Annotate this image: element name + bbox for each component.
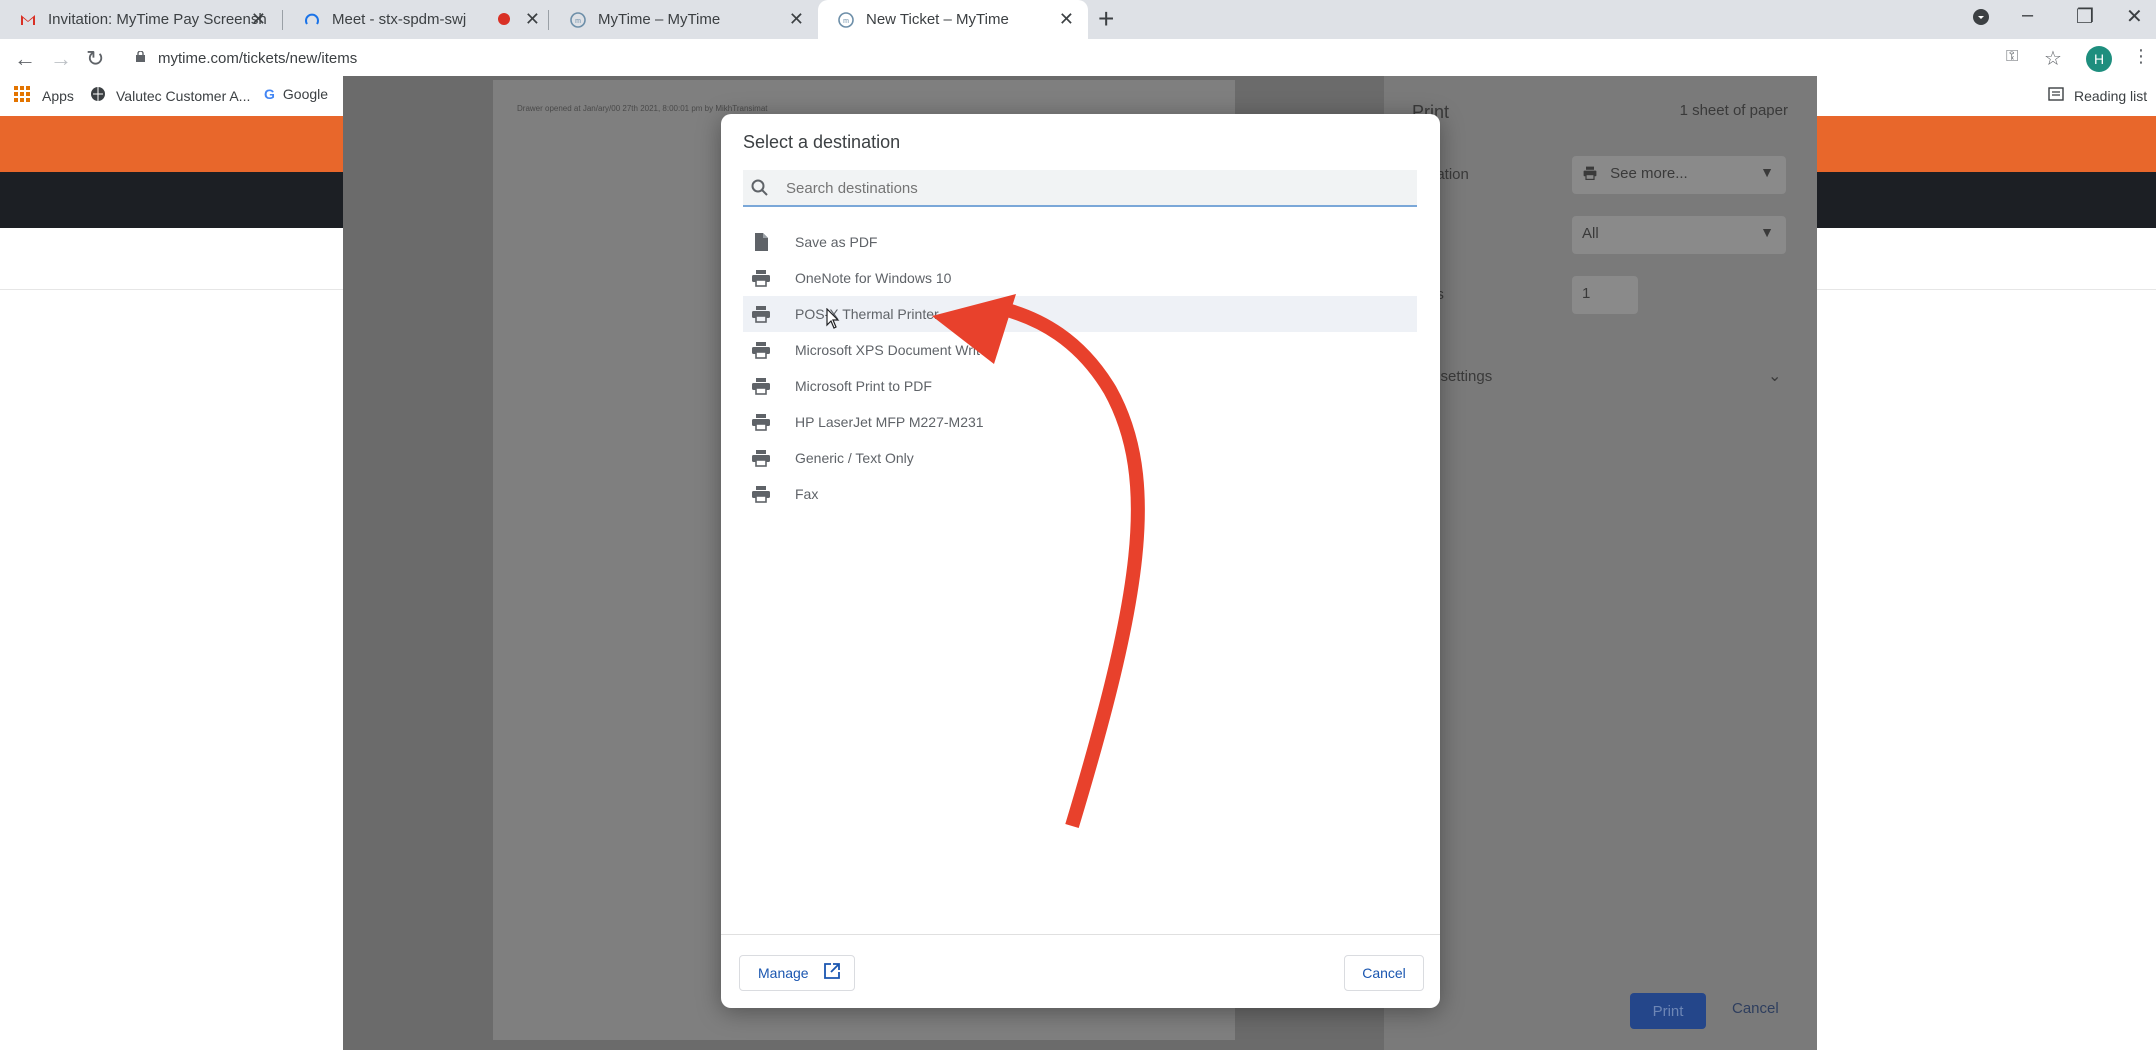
google-icon: G — [264, 86, 275, 102]
close-window-icon[interactable]: ✕ — [2126, 4, 2143, 29]
svg-text:m: m — [575, 18, 581, 25]
paper-header-text: Drawer opened at Jan/ary/00 27th 2021, 8… — [517, 104, 768, 113]
dialog-footer-divider — [721, 934, 1440, 935]
tab-title: MyTime – MyTime — [598, 11, 721, 28]
key-icon[interactable]: ⚿ — [2006, 48, 2018, 66]
printer-icon — [751, 376, 771, 396]
tab-meet[interactable]: Meet - stx-spdm-swj ✕ — [284, 0, 554, 39]
tab-title: Invitation: MyTime Pay Screensh — [48, 11, 267, 28]
chevron-down-icon: ▼ — [1760, 164, 1774, 180]
destination-fax[interactable]: Fax — [743, 476, 1417, 512]
close-tab-icon[interactable]: ✕ — [1059, 9, 1074, 30]
svg-text:m: m — [843, 18, 849, 25]
mytime-icon: m — [570, 11, 586, 28]
destination-value: See more... — [1610, 165, 1688, 182]
destination-microsoft-print-to-pdf[interactable]: Microsoft Print to PDF — [743, 368, 1417, 404]
destination-onenote[interactable]: OneNote for Windows 10 — [743, 260, 1417, 296]
close-tab-icon[interactable]: ✕ — [525, 9, 540, 30]
reading-list-label: Reading list — [2074, 87, 2148, 104]
destination-label: POS-X Thermal Printer — [795, 306, 939, 322]
mouse-cursor-icon — [826, 308, 840, 329]
sheet-count: 1 sheet of paper — [1679, 102, 1788, 119]
manage-label: Manage — [758, 965, 809, 981]
dialog-cancel-button[interactable]: Cancel — [1344, 955, 1424, 991]
menu-icon[interactable]: ⋮ — [2132, 46, 2150, 67]
pages-value: All — [1582, 225, 1599, 242]
gmail-icon — [20, 12, 36, 28]
destination-label: Microsoft Print to PDF — [795, 378, 932, 394]
reading-list-icon — [2048, 86, 2064, 105]
back-icon[interactable]: ← — [14, 46, 36, 72]
print-cancel-button[interactable]: Cancel — [1732, 1000, 1779, 1017]
tab-gmail-invitation[interactable]: Invitation: MyTime Pay Screensh ✕ — [0, 0, 280, 39]
bookmark-valutec[interactable]: Valutec Customer A... — [90, 86, 250, 105]
destination-label: OneNote for Windows 10 — [795, 270, 952, 286]
tab-mytime[interactable]: m MyTime – MyTime ✕ — [550, 0, 818, 39]
document-icon — [751, 232, 771, 252]
dialog-title: Select a destination — [743, 132, 901, 152]
destination-label: Generic / Text Only — [795, 450, 914, 466]
pages-select[interactable]: All ▼ — [1572, 216, 1786, 254]
tab-divider — [548, 10, 549, 30]
meet-loading-icon — [304, 12, 320, 28]
copies-input[interactable]: 1 — [1572, 276, 1638, 314]
tab-new-ticket[interactable]: m New Ticket – MyTime ✕ — [818, 0, 1088, 39]
minimize-icon[interactable]: – — [2022, 4, 2033, 27]
close-tab-icon[interactable]: ✕ — [789, 9, 804, 30]
destination-pos-x-thermal-printer[interactable]: POS-X Thermal Printer — [743, 296, 1417, 332]
destination-generic-text-only[interactable]: Generic / Text Only — [743, 440, 1417, 476]
printer-icon — [751, 304, 771, 324]
destination-hp-laserjet[interactable]: HP LaserJet MFP M227-M231 — [743, 404, 1417, 440]
bookmark-label: Apps — [42, 87, 74, 104]
manage-button[interactable]: Manage — [739, 955, 855, 991]
destination-select[interactable]: See more... ▼ — [1572, 156, 1786, 194]
destination-label: Fax — [795, 486, 819, 502]
open-external-icon — [823, 962, 841, 985]
destination-label: Save as PDF — [795, 234, 878, 250]
print-button[interactable]: Print — [1630, 993, 1706, 1029]
globe-icon — [90, 86, 106, 105]
chevron-down-icon: ▼ — [1760, 224, 1774, 240]
apps-grid-icon — [14, 86, 30, 105]
printer-icon — [751, 484, 771, 504]
printer-icon — [751, 340, 771, 360]
forward-icon[interactable]: → — [50, 46, 72, 72]
search-icon — [751, 179, 768, 196]
printer-icon — [751, 412, 771, 432]
printer-icon — [751, 268, 771, 288]
mytime-icon: m — [838, 11, 854, 28]
close-tab-icon[interactable]: ✕ — [251, 9, 266, 30]
bookmark-apps[interactable]: Apps — [14, 86, 74, 105]
new-tab-plus-icon[interactable]: + — [1098, 3, 1114, 35]
avatar[interactable]: H — [2086, 46, 2112, 72]
recording-icon — [498, 13, 510, 25]
printer-icon — [1582, 165, 1598, 185]
profile-menu-icon[interactable] — [1972, 8, 1990, 32]
reading-list-button[interactable]: Reading list — [2048, 86, 2147, 105]
tab-title: Meet - stx-spdm-swj — [332, 11, 467, 28]
destination-microsoft-xps[interactable]: Microsoft XPS Document Writer — [743, 332, 1417, 368]
star-icon[interactable]: ☆ — [2044, 46, 2062, 71]
destination-label: Microsoft XPS Document Writer — [795, 342, 993, 358]
chevron-down-icon[interactable]: ⌄ — [1768, 366, 1781, 386]
reload-icon[interactable]: ↻ — [86, 46, 104, 72]
destination-label: HP LaserJet MFP M227-M231 — [795, 414, 984, 430]
bookmark-label: Valutec Customer A... — [116, 87, 251, 104]
bookmark-label: Google — [282, 86, 329, 102]
printer-icon — [751, 448, 771, 468]
lock-icon — [136, 51, 145, 62]
restore-icon[interactable]: ❐ — [2076, 4, 2094, 29]
url-text[interactable]: mytime.com/tickets/new/items — [158, 50, 357, 67]
tab-title: New Ticket – MyTime — [866, 11, 1009, 28]
bookmark-google[interactable]: G Google — [264, 86, 328, 102]
destination-save-as-pdf[interactable]: Save as PDF — [743, 224, 1417, 260]
search-input[interactable] — [786, 178, 1406, 198]
tab-divider — [282, 10, 283, 30]
